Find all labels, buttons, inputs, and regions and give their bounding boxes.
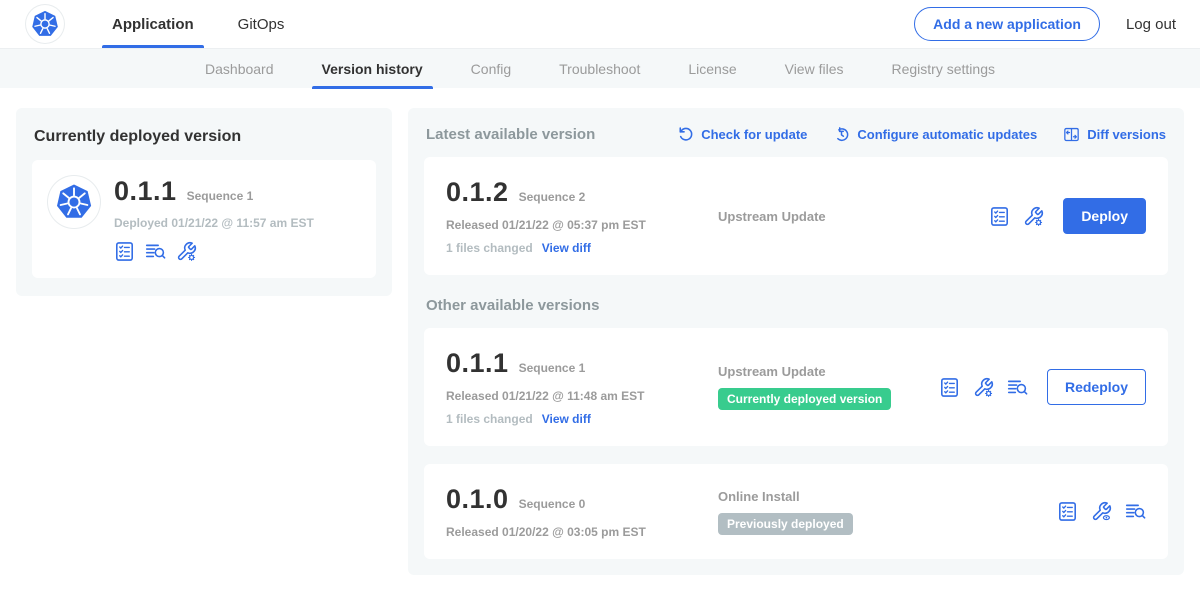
app-kubernetes-logo <box>48 176 100 228</box>
logout-button[interactable]: Log out <box>1126 16 1176 33</box>
edit-config-icon[interactable] <box>176 241 197 262</box>
sequence-label: Sequence 0 <box>519 497 586 511</box>
currently-deployed-title: Currently deployed version <box>34 128 374 146</box>
release-notes-icon[interactable] <box>1057 501 1078 522</box>
diff-versions-link[interactable]: Diff versions <box>1063 126 1166 143</box>
released-timestamp: Released 01/21/22 @ 05:37 pm EST <box>446 218 696 232</box>
currently-deployed-card: Currently deployed version 0.1.1 Sequenc… <box>16 108 392 296</box>
release-notes-icon[interactable] <box>989 206 1010 227</box>
released-timestamp: Released 01/21/22 @ 11:48 am EST <box>446 389 696 403</box>
header-tab-gitops[interactable]: GitOps <box>216 0 307 48</box>
deployed-timestamp: Deployed 01/21/22 @ 11:57 am EST <box>114 216 314 230</box>
version-row-0-1-1: 0.1.1 Sequence 1 Released 01/21/22 @ 11:… <box>424 328 1168 446</box>
version-row-0-1-0: 0.1.0 Sequence 0 Released 01/20/22 @ 03:… <box>424 464 1168 559</box>
kubernetes-logo <box>26 5 64 43</box>
tab-view-files[interactable]: View files <box>761 49 868 89</box>
deployed-version-number: 0.1.1 <box>114 176 177 207</box>
header-tab-application-label: Application <box>112 16 194 33</box>
configure-automatic-updates-link[interactable]: Configure automatic updates <box>833 126 1037 143</box>
latest-available-title: Latest available version <box>426 126 595 143</box>
tab-troubleshoot-label: Troubleshoot <box>559 61 640 77</box>
previously-deployed-badge: Previously deployed <box>718 513 853 535</box>
tab-version-history[interactable]: Version history <box>298 49 447 89</box>
configure-automatic-updates-label: Configure automatic updates <box>857 127 1037 142</box>
deployed-sequence-label: Sequence 1 <box>187 189 254 203</box>
release-notes-icon[interactable] <box>114 241 135 262</box>
version-number: 0.1.2 <box>446 177 509 208</box>
tab-dashboard-label: Dashboard <box>205 61 274 77</box>
edit-config-icon[interactable] <box>1023 206 1044 227</box>
version-number: 0.1.1 <box>446 348 509 379</box>
version-history-panel: Latest available version Check for updat… <box>408 108 1184 575</box>
tab-view-files-label: View files <box>785 61 844 77</box>
header-tab-gitops-label: GitOps <box>238 16 285 33</box>
add-new-application-button[interactable]: Add a new application <box>914 7 1100 41</box>
currently-deployed-badge: Currently deployed version <box>718 388 891 410</box>
app-subnav: Dashboard Version history Config Trouble… <box>0 48 1200 88</box>
schedule-update-icon <box>833 126 850 143</box>
files-changed-label: 1 files changed <box>446 412 533 426</box>
deploy-logs-icon[interactable] <box>1007 377 1028 398</box>
diff-versions-label: Diff versions <box>1087 127 1166 142</box>
check-for-update-label: Check for update <box>701 127 807 142</box>
deploy-button[interactable]: Deploy <box>1063 198 1146 234</box>
tab-version-history-label: Version history <box>322 61 423 77</box>
refresh-icon <box>677 126 694 143</box>
tab-registry-settings-label: Registry settings <box>892 61 995 77</box>
redeploy-button[interactable]: Redeploy <box>1047 369 1146 405</box>
header-tab-application[interactable]: Application <box>90 0 216 48</box>
currently-deployed-version-card: 0.1.1 Sequence 1 Deployed 01/21/22 @ 11:… <box>32 160 376 278</box>
diff-icon <box>1063 126 1080 143</box>
sequence-label: Sequence 2 <box>519 190 586 204</box>
view-diff-link[interactable]: View diff <box>542 412 591 426</box>
version-number: 0.1.0 <box>446 484 509 515</box>
tab-config-label: Config <box>471 61 511 77</box>
tab-registry-settings[interactable]: Registry settings <box>868 49 1019 89</box>
deploy-logs-icon[interactable] <box>1125 501 1146 522</box>
edit-config-icon[interactable] <box>973 377 994 398</box>
tab-config[interactable]: Config <box>447 49 535 89</box>
main-content: Currently deployed version 0.1.1 Sequenc… <box>0 88 1200 595</box>
deploy-logs-icon[interactable] <box>145 241 166 262</box>
tab-dashboard[interactable]: Dashboard <box>181 49 298 89</box>
sequence-label: Sequence 1 <box>519 361 586 375</box>
release-notes-icon[interactable] <box>939 377 960 398</box>
check-for-update-link[interactable]: Check for update <box>677 126 807 143</box>
files-changed-label: 1 files changed <box>446 241 533 255</box>
version-source-label: Online Install <box>718 489 1057 504</box>
tab-license[interactable]: License <box>664 49 760 89</box>
tab-license-label: License <box>688 61 736 77</box>
view-diff-link[interactable]: View diff <box>542 241 591 255</box>
tab-troubleshoot[interactable]: Troubleshoot <box>535 49 664 89</box>
version-source-label: Upstream Update <box>718 209 989 224</box>
app-header: Application GitOps Add a new application… <box>0 0 1200 48</box>
version-row-0-1-2: 0.1.2 Sequence 2 Released 01/21/22 @ 05:… <box>424 157 1168 275</box>
view-config-icon[interactable] <box>1091 501 1112 522</box>
other-available-title: Other available versions <box>426 297 1166 314</box>
version-source-label: Upstream Update <box>718 364 939 379</box>
released-timestamp: Released 01/20/22 @ 03:05 pm EST <box>446 525 696 539</box>
